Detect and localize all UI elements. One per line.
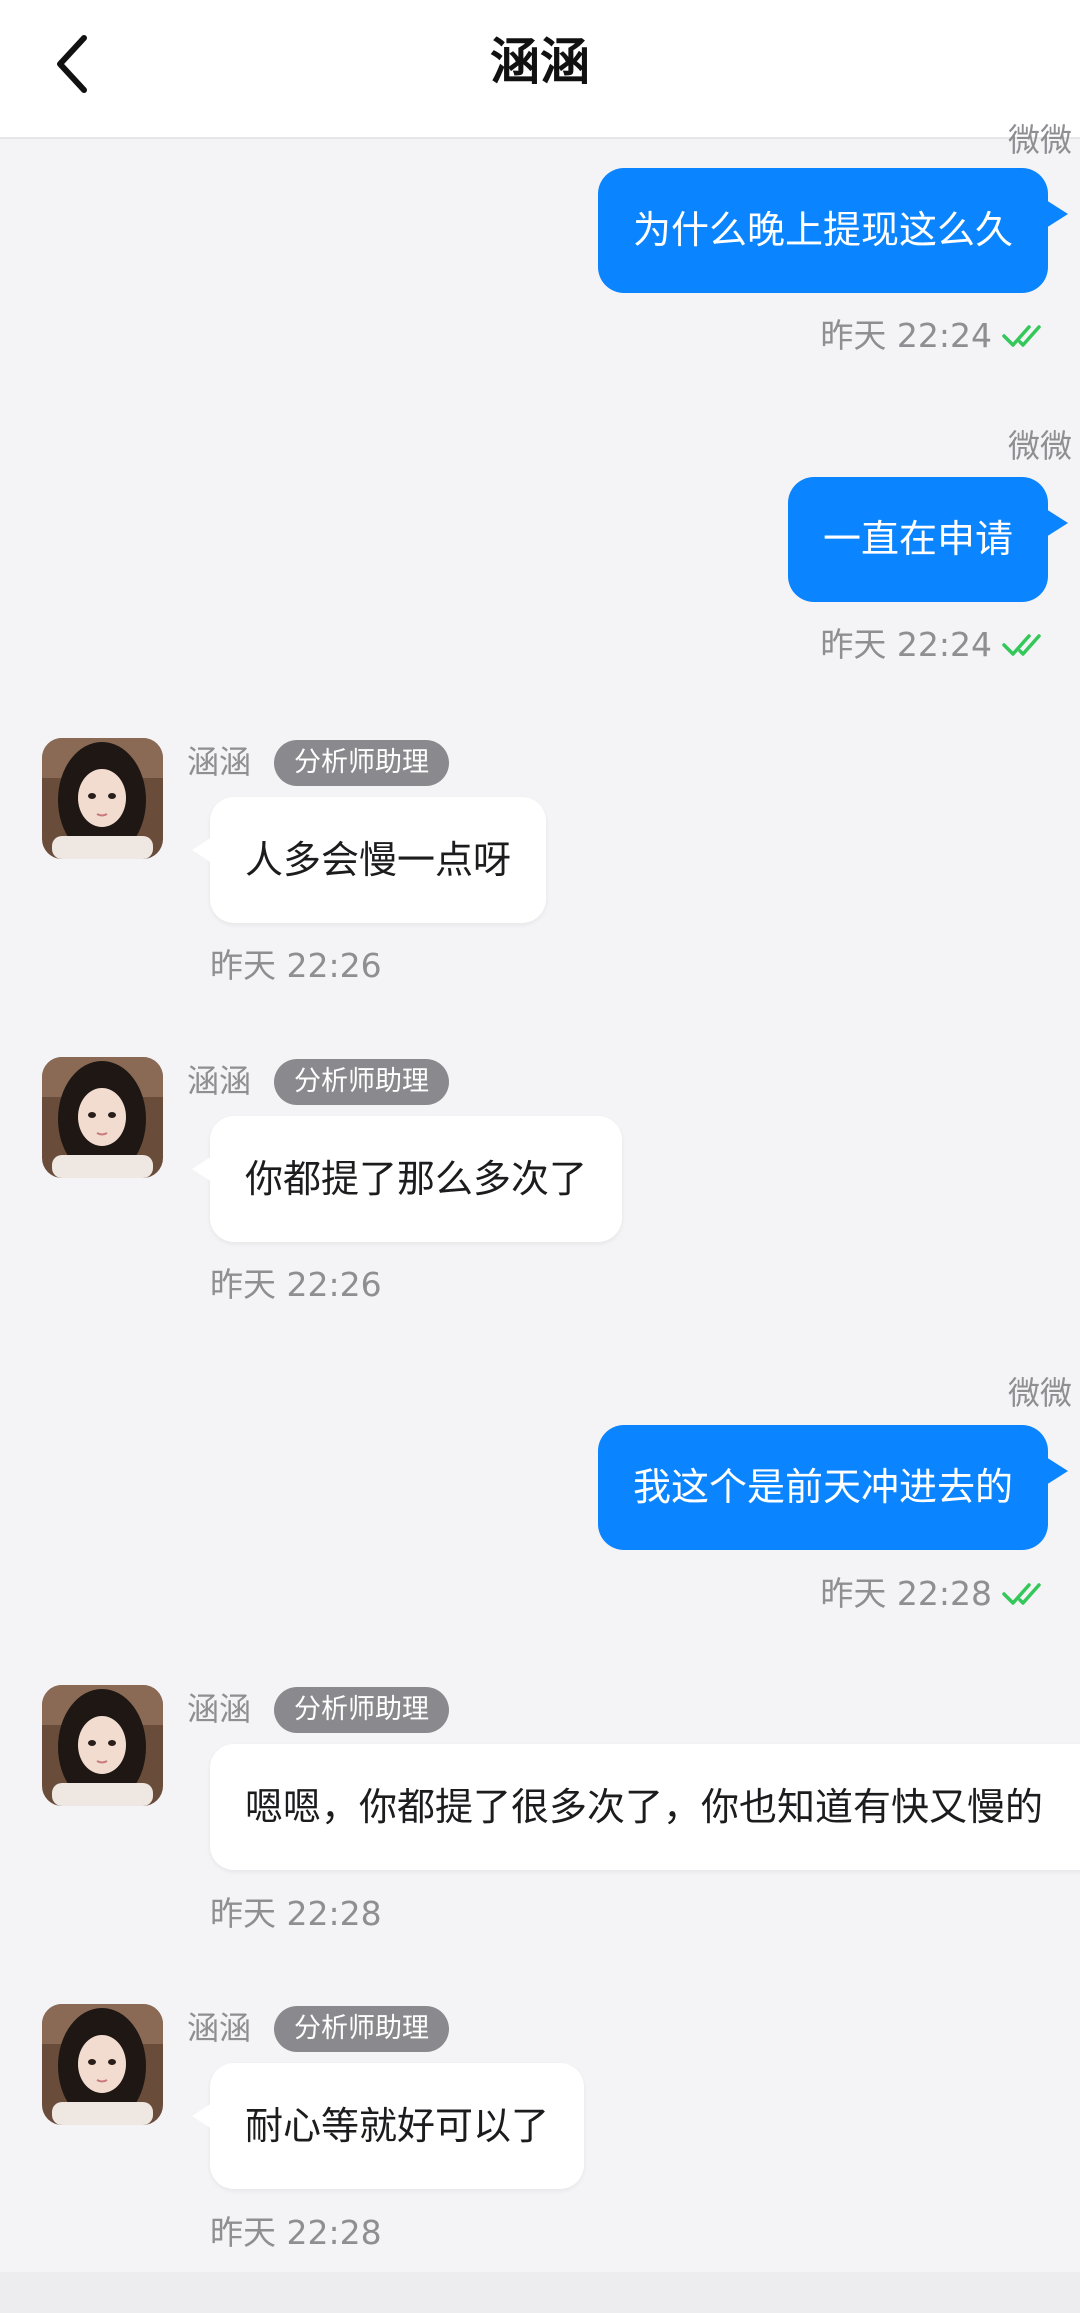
sender-name: 微微 <box>1007 1374 1072 1412</box>
message-timestamp: 昨天 22:24 <box>820 624 1050 666</box>
page-title: 涵涵 <box>490 33 590 91</box>
avatar-image <box>42 1685 163 1806</box>
sender-name: 微微 <box>1007 427 1072 465</box>
message-timestamp: 昨天 22:26 <box>210 946 382 985</box>
sender-name: 涵涵 <box>187 1690 252 1728</box>
avatar-image <box>42 1057 163 1178</box>
role-badge: 分析师助理 <box>274 1059 449 1105</box>
incoming-message-bubble[interactable]: 你都提了那么多次了 <box>191 1116 623 1242</box>
sender-name: 涵涵 <box>187 743 252 781</box>
role-badge: 分析师助理 <box>274 740 449 786</box>
outgoing-message-bubble[interactable]: 我这个是前天冲进去的 <box>597 1425 1069 1550</box>
incoming-message-bubble[interactable]: 嗯嗯，你都提了很多次了，你也知道有快又慢的 <box>210 1744 1080 1870</box>
read-check-icon <box>1002 325 1041 347</box>
role-badge: 分析师助理 <box>274 1687 449 1733</box>
role-badge: 分析师助理 <box>274 2006 449 2052</box>
avatar[interactable] <box>42 1057 163 1178</box>
sender-name: 涵涵 <box>187 1062 252 1100</box>
message-timestamp: 昨天 22:28 <box>820 1573 1050 1615</box>
avatar[interactable] <box>42 2004 163 2125</box>
timestamp-text: 昨天 22:24 <box>820 316 992 355</box>
incoming-message-bubble[interactable]: 人多会慢一点呀 <box>191 797 547 923</box>
avatar[interactable] <box>42 738 163 859</box>
timestamp-text: 昨天 22:24 <box>820 625 992 664</box>
chat-header: 涵涵 <box>0 0 1080 139</box>
message-timestamp: 昨天 22:28 <box>210 1894 382 1933</box>
message-timestamp: 昨天 22:28 <box>210 2213 382 2252</box>
outgoing-message-bubble[interactable]: 为什么晚上提现这么久 <box>597 168 1069 293</box>
bottom-bar <box>0 2272 1080 2313</box>
message-timestamp: 昨天 22:24 <box>820 315 1050 357</box>
read-check-icon <box>1002 1583 1041 1605</box>
avatar-image <box>42 738 163 859</box>
read-check-icon <box>1002 634 1041 656</box>
incoming-message-bubble[interactable]: 耐心等就好可以了 <box>191 2063 585 2189</box>
message-timestamp: 昨天 22:26 <box>210 1265 382 1304</box>
outgoing-message-bubble[interactable]: 一直在申请 <box>787 477 1069 602</box>
sender-name: 微微 <box>1007 121 1072 159</box>
avatar-image <box>42 2004 163 2125</box>
timestamp-text: 昨天 22:28 <box>820 1574 992 1613</box>
sender-name: 涵涵 <box>187 2009 252 2047</box>
avatar[interactable] <box>42 1685 163 1806</box>
